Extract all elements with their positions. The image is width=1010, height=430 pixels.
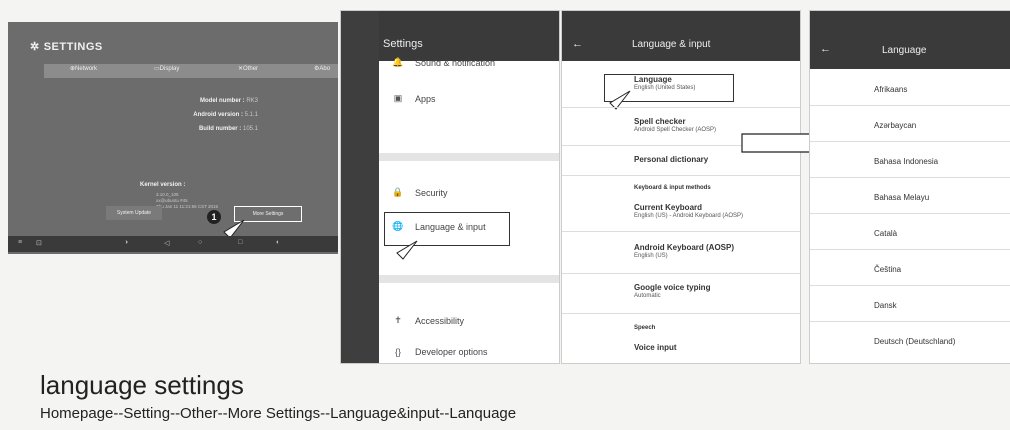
settings-item-accessibility[interactable]: ✝ Accessibility xyxy=(379,315,559,326)
language-input-panel: ← Language & input Language English (Unit… xyxy=(561,10,801,364)
android-icon: ▣ xyxy=(393,93,403,103)
bell-icon: 🔔 xyxy=(392,57,404,67)
lock-icon: 🔒 xyxy=(392,187,404,197)
entry-personal-dictionary[interactable]: Personal dictionary xyxy=(634,155,708,164)
settings-item-sound[interactable]: 🔔 Sound & notification xyxy=(379,57,559,68)
caption-path: Homepage--Setting--Other--More Settings-… xyxy=(40,405,517,422)
accessibility-icon: ✝ xyxy=(394,315,402,325)
divider xyxy=(379,153,559,161)
android-version: Android version : 5.1.1 xyxy=(193,112,258,118)
tv-settings-panel: ✲ SETTINGS ⊕Network ▭Display ✕Other ⚙Abo… xyxy=(8,22,338,254)
volume-down-icon[interactable]: ◑ xyxy=(124,239,128,246)
divider xyxy=(379,275,559,283)
category-keyboard: Keyboard & input methods xyxy=(634,185,711,191)
language-item[interactable]: Azərbaycan xyxy=(874,121,916,130)
recents-icon[interactable]: □ xyxy=(238,239,242,246)
system-update-button[interactable]: System Update xyxy=(106,206,162,220)
language-header xyxy=(810,11,1010,69)
language-item[interactable]: Bahasa Indonesia xyxy=(874,157,938,166)
settings-item-apps[interactable]: ▣ Apps xyxy=(379,93,559,104)
pointer-arrow-icon xyxy=(396,240,418,260)
settings-item-developer[interactable]: {} Developer options xyxy=(379,347,559,357)
tab-other[interactable]: ✕Other xyxy=(238,65,258,72)
settings-list-panel: Settings 🔔 Sound & notification ▣ Apps 🔒 Se… xyxy=(340,10,560,364)
menu-icon[interactable]: ≡ xyxy=(18,239,22,246)
model-number: Model number : RK3 xyxy=(199,98,258,104)
language-item[interactable]: Afrikaans xyxy=(874,85,907,94)
language-item[interactable]: Dansk xyxy=(874,301,897,310)
entry-spell-checker[interactable]: Spell checker Android Spell Checker (AOSP… xyxy=(634,117,716,133)
language-item[interactable]: Català xyxy=(874,229,897,238)
back-icon[interactable]: ◁ xyxy=(164,239,169,247)
kernel-label: Kernel version : xyxy=(140,182,186,188)
back-arrow-icon[interactable]: ← xyxy=(572,38,583,50)
tab-display[interactable]: ▭Display xyxy=(154,65,179,72)
tab-network[interactable]: ⊕Network xyxy=(70,65,97,72)
screenshot-icon[interactable]: ⊡ xyxy=(36,239,42,247)
code-braces-icon: {} xyxy=(394,347,401,357)
volume-up-icon[interactable]: ◐ xyxy=(276,239,280,246)
settings-dark-sidebar xyxy=(341,11,379,363)
category-speech: Speech xyxy=(634,325,656,331)
tv-settings-tabs: ⊕Network ▭Display ✕Other ⚙Abo xyxy=(44,64,338,78)
language-input-title: Language & input xyxy=(632,39,711,50)
settings-header xyxy=(379,11,559,61)
language-title: Language xyxy=(882,45,927,56)
settings-title: Settings xyxy=(383,38,423,50)
language-item[interactable]: Čeština xyxy=(874,265,901,274)
language-item[interactable]: Deutsch (Deutschland) xyxy=(874,337,955,346)
language-input-header xyxy=(562,11,800,61)
settings-item-security[interactable]: 🔒 Security xyxy=(379,187,559,198)
entry-android-keyboard[interactable]: Android Keyboard (AOSP) English (US) xyxy=(634,243,734,259)
back-arrow-icon[interactable]: ← xyxy=(820,43,831,55)
build-number: Build number : 105.1 xyxy=(198,126,258,132)
step-badge: 1 xyxy=(207,210,221,224)
home-icon[interactable]: ○ xyxy=(198,239,202,246)
entry-voice-input[interactable]: Voice input xyxy=(634,343,677,352)
android-nav-bar: ≡ ⊡ ◑ ◁ ○ □ ◐ xyxy=(8,236,338,252)
tv-settings-title: ✲ SETTINGS xyxy=(30,40,103,54)
caption-title: language settings xyxy=(40,370,244,400)
entry-current-keyboard[interactable]: Current Keyboard English (US) - Android K… xyxy=(634,203,743,219)
language-item[interactable]: Bahasa Melayu xyxy=(874,193,929,202)
language-panel: ← Language Afrikaans Azərbaycan Bahasa I… xyxy=(809,10,1010,364)
entry-google-voice[interactable]: Google voice typing Automatic xyxy=(634,283,710,299)
gear-icon: ✲ xyxy=(30,41,40,53)
tab-about[interactable]: ⚙Abo xyxy=(314,65,330,72)
